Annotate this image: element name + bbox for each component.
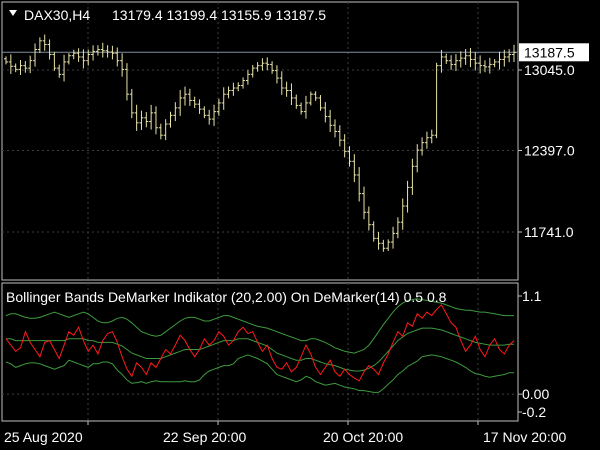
price-panel[interactable]: DAX30,H4 13179.4 13199.4 13155.9 13187.5 [1, 1, 519, 281]
time-tick-label: 20 Oct 20:00 [323, 429, 403, 445]
time-tick-label: 25 Aug 2020 [4, 429, 83, 445]
time-tick-label: 22 Sep 20:00 [163, 429, 247, 445]
indicator-tick-label: 1.1 [522, 288, 542, 304]
time-tick-label: 17 Nov 20:00 [483, 429, 566, 445]
price-axis[interactable]: 13045.0 12397.0 11741.0 13187.5 [518, 43, 589, 240]
ohlc-readout: 13179.4 13199.4 13155.9 13187.5 [112, 7, 326, 23]
price-panel-frame [1, 1, 519, 281]
indicator-tick-label: -0.2 [522, 404, 546, 420]
chart-window[interactable]: DAX30,H4 13179.4 13199.4 13155.9 13187.5… [0, 0, 600, 450]
symbol-label: DAX30,H4 [24, 7, 90, 23]
price-tick-label: 11741.0 [524, 224, 574, 240]
indicator-axis[interactable]: 1.1 0.00 -0.2 [518, 288, 549, 420]
indicator-title: Bollinger Bands DeMarker Indikator (20,2… [6, 289, 447, 305]
indicator-panel[interactable]: Bollinger Bands DeMarker Indikator (20,2… [1, 282, 519, 422]
indicator-tick-label: 0.00 [522, 386, 549, 402]
last-price-tag: 13187.5 [519, 43, 589, 62]
price-tick-label: 13045.0 [524, 62, 575, 78]
price-tick-labels: 13045.0 12397.0 11741.0 [518, 62, 575, 240]
last-price-label: 13187.5 [524, 44, 575, 60]
price-tick-label: 12397.0 [524, 143, 575, 159]
time-axis[interactable]: 25 Aug 2020 22 Sep 20:00 20 Oct 20:00 17 No… [4, 421, 566, 445]
